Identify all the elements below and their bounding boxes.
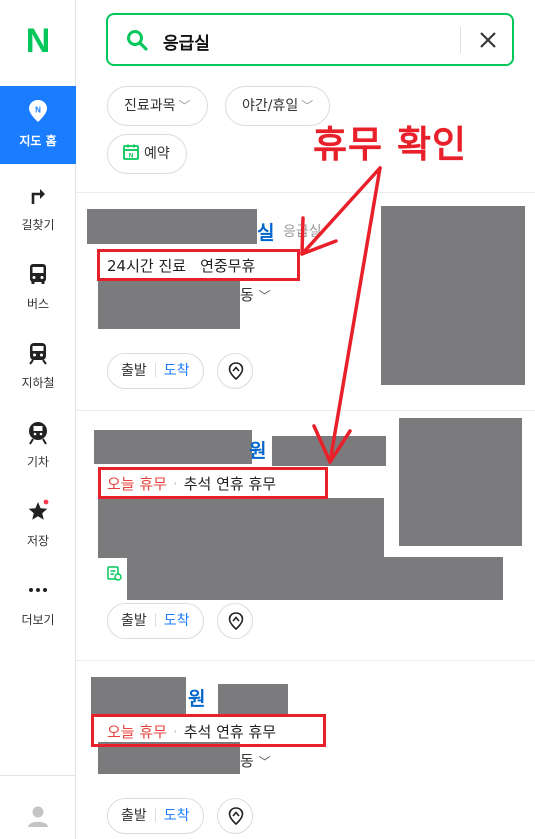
place-category: 응급실	[283, 224, 322, 240]
redacted-name	[91, 677, 186, 715]
redacted-address	[98, 280, 240, 329]
filter-label: 진료과목	[124, 98, 176, 114]
profile-area	[0, 775, 76, 839]
place-name[interactable]: 원	[188, 684, 205, 711]
navigate-button[interactable]	[217, 353, 253, 389]
search-icon	[127, 30, 148, 51]
sidebar-item-more[interactable]: 더보기	[0, 565, 76, 643]
search-divider	[460, 27, 461, 53]
place-name[interactable]: 실	[257, 218, 274, 245]
address-tail: 동 ﹀	[240, 284, 271, 305]
bus-icon	[30, 264, 46, 284]
sidebar-item-label: 지하철	[21, 376, 55, 390]
divider	[76, 660, 535, 661]
sidebar-item-saved[interactable]: 저장	[0, 486, 76, 564]
annotation-label: 휴무 확인	[313, 123, 468, 166]
sidebar-item-label: 저장	[26, 534, 50, 548]
svg-text:N: N	[129, 152, 134, 159]
redacted-category	[218, 684, 288, 714]
map-app: N N 지도 홈 길찾기 버스 지하철 기차 저장 더보기 응급실 진료과목 ﹀…	[0, 0, 535, 839]
redacted-name	[94, 430, 252, 464]
redacted-extra	[127, 557, 503, 600]
redacted-address	[98, 498, 384, 558]
subway-icon	[29, 343, 47, 365]
sidebar-item-directions[interactable]: 길찾기	[0, 170, 76, 248]
sidebar-item-label: 버스	[26, 297, 50, 311]
sidebar-item-subway[interactable]: 지하철	[0, 328, 76, 406]
sidebar-item-bus[interactable]: 버스	[0, 249, 76, 327]
chevron-down-icon: ﹀	[178, 99, 191, 113]
divider	[76, 410, 535, 411]
sidebar-item-train[interactable]: 기차	[0, 407, 76, 485]
navigation-icon	[228, 807, 244, 826]
svg-text:N: N	[35, 106, 41, 115]
route-buttons: 출발 도착	[107, 798, 204, 834]
sidebar: N N 지도 홈 길찾기 버스 지하철 기차 저장 더보기	[0, 0, 76, 839]
place-name[interactable]: 원	[249, 436, 266, 463]
star-icon	[28, 499, 49, 520]
document-icon	[107, 566, 122, 581]
address-tail-text: 동	[240, 752, 254, 770]
navigate-button[interactable]	[217, 798, 253, 834]
annotation-arrow-1	[300, 166, 382, 256]
filter-label: 예약	[144, 146, 170, 162]
train-icon	[29, 422, 47, 445]
redacted-category	[272, 436, 386, 466]
redacted-photo	[381, 206, 525, 385]
sidebar-item-map-home[interactable]: N 지도 홈	[0, 86, 76, 164]
address-tail-text: 동	[240, 286, 254, 304]
navigate-button[interactable]	[217, 603, 253, 639]
arrive-button[interactable]: 도착	[164, 808, 190, 824]
navigation-icon	[228, 612, 244, 631]
chevron-down-icon[interactable]: ﹀	[259, 755, 271, 769]
avatar[interactable]	[26, 804, 50, 828]
button-divider	[154, 808, 156, 822]
route-buttons: 출발 도착	[107, 603, 204, 639]
sidebar-item-label: 지도 홈	[19, 134, 57, 148]
search-bar[interactable]: 응급실	[106, 13, 514, 66]
start-button[interactable]: 출발	[121, 363, 147, 379]
sidebar-item-label: 길찾기	[21, 218, 55, 232]
start-button[interactable]: 출발	[121, 613, 147, 629]
divider	[76, 192, 535, 193]
route-icon	[31, 189, 45, 204]
map-pin-icon: N	[29, 100, 47, 122]
redacted-photo	[399, 418, 522, 546]
annotation-box-1	[97, 249, 300, 281]
button-divider	[154, 613, 156, 627]
filter-reservation[interactable]: N 예약	[107, 134, 187, 174]
arrive-button[interactable]: 도착	[164, 613, 190, 629]
naver-logo[interactable]: N	[0, 22, 76, 61]
navigation-icon	[228, 362, 244, 381]
sidebar-item-label: 더보기	[21, 613, 55, 627]
filter-label: 야간/휴일	[242, 98, 299, 114]
annotation-box-2	[98, 467, 328, 499]
chevron-down-icon[interactable]: ﹀	[259, 289, 271, 303]
address-tail: 동 ﹀	[240, 750, 271, 771]
button-divider	[154, 363, 156, 377]
arrive-button[interactable]: 도착	[164, 363, 190, 379]
calendar-icon: N	[123, 144, 139, 160]
chevron-down-icon: ﹀	[301, 99, 314, 113]
annotation-box-3	[91, 714, 326, 747]
more-icon	[29, 588, 47, 592]
annotation-arrow-2	[328, 166, 382, 464]
filter-department[interactable]: 진료과목 ﹀	[107, 86, 208, 126]
route-buttons: 출발 도착	[107, 353, 204, 389]
sidebar-item-label: 기차	[26, 455, 50, 469]
search-input[interactable]: 응급실	[163, 29, 210, 54]
close-icon[interactable]	[476, 28, 500, 52]
start-button[interactable]: 출발	[121, 808, 147, 824]
redacted-name	[87, 209, 257, 244]
